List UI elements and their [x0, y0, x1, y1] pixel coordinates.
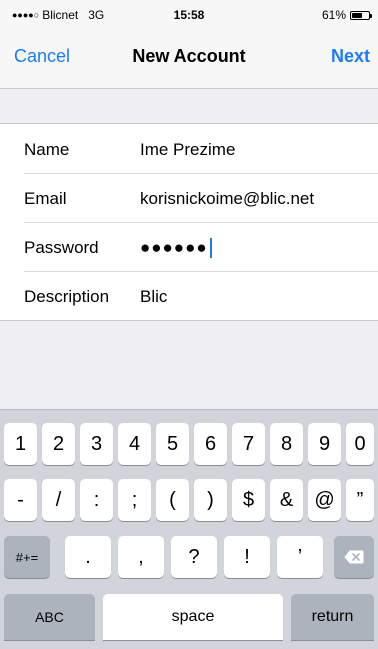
description-field[interactable]: Blic [140, 287, 167, 307]
form-row-description[interactable]: Description Blic [0, 271, 378, 320]
key-9[interactable]: 9 [308, 423, 341, 465]
key-exclamation[interactable]: ! [224, 536, 270, 578]
key-3[interactable]: 3 [80, 423, 113, 465]
key-slash[interactable]: / [42, 479, 75, 521]
form-row-email[interactable]: Email korisnickoime@blic.net [0, 173, 378, 222]
key-close-paren[interactable]: ) [194, 479, 227, 521]
key-dollar[interactable]: $ [232, 479, 265, 521]
battery-icon [350, 10, 372, 20]
next-button[interactable]: Next [331, 46, 370, 67]
key-0[interactable]: 0 [346, 423, 374, 465]
status-bar: ●●●●○ Blicnet 3G 15:58 61% [0, 0, 378, 28]
key-at[interactable]: @ [308, 479, 341, 521]
backspace-button[interactable] [334, 536, 374, 578]
key-question[interactable]: ? [171, 536, 217, 578]
key-quote[interactable]: ” [346, 479, 374, 521]
key-comma[interactable]: , [118, 536, 164, 578]
key-colon[interactable]: : [80, 479, 113, 521]
key-8[interactable]: 8 [270, 423, 303, 465]
keyboard: 1 2 3 4 5 6 7 8 9 0 - / : ; ( ) $ & @ ” … [0, 409, 378, 649]
key-4[interactable]: 4 [118, 423, 151, 465]
key-open-paren[interactable]: ( [156, 479, 189, 521]
navigation-bar: Cancel New Account Next [0, 28, 378, 89]
space-button[interactable]: space [103, 594, 283, 640]
battery-tip [370, 13, 372, 18]
key-ampersand[interactable]: & [270, 479, 303, 521]
abc-button[interactable]: ABC [4, 594, 95, 640]
battery-percent: 61% [321, 8, 346, 22]
account-form: Name Ime Prezime Email korisnickoime@bli… [0, 123, 378, 321]
name-field[interactable]: Ime Prezime [140, 140, 235, 160]
key-7[interactable]: 7 [232, 423, 265, 465]
key-1[interactable]: 1 [4, 423, 37, 465]
text-cursor [209, 238, 212, 258]
key-apostrophe[interactable]: ’ [277, 536, 323, 578]
key-hyphen[interactable]: - [4, 479, 37, 521]
email-label: Email [24, 189, 67, 208]
return-button[interactable]: return [291, 594, 374, 640]
key-5[interactable]: 5 [156, 423, 189, 465]
key-semicolon[interactable]: ; [118, 479, 151, 521]
key-period[interactable]: . [65, 536, 111, 578]
form-row-password[interactable]: Password ●●●●●● [0, 222, 378, 271]
battery-fill [352, 12, 362, 18]
password-label: Password [24, 238, 99, 257]
description-label: Description [24, 287, 110, 306]
key-6[interactable]: 6 [194, 423, 227, 465]
status-right: 61% [321, 8, 372, 22]
password-value: ●●●●●● [140, 238, 208, 257]
name-label: Name [24, 140, 70, 159]
email-field[interactable]: korisnickoime@blic.net [140, 189, 314, 209]
password-field[interactable]: ●●●●●● [140, 238, 212, 258]
key-more-symbols[interactable]: #+= [4, 536, 50, 578]
key-2[interactable]: 2 [42, 423, 75, 465]
page-title: New Account [132, 46, 246, 66]
backspace-icon [344, 550, 364, 564]
form-row-name[interactable]: Name Ime Prezime [0, 124, 378, 173]
